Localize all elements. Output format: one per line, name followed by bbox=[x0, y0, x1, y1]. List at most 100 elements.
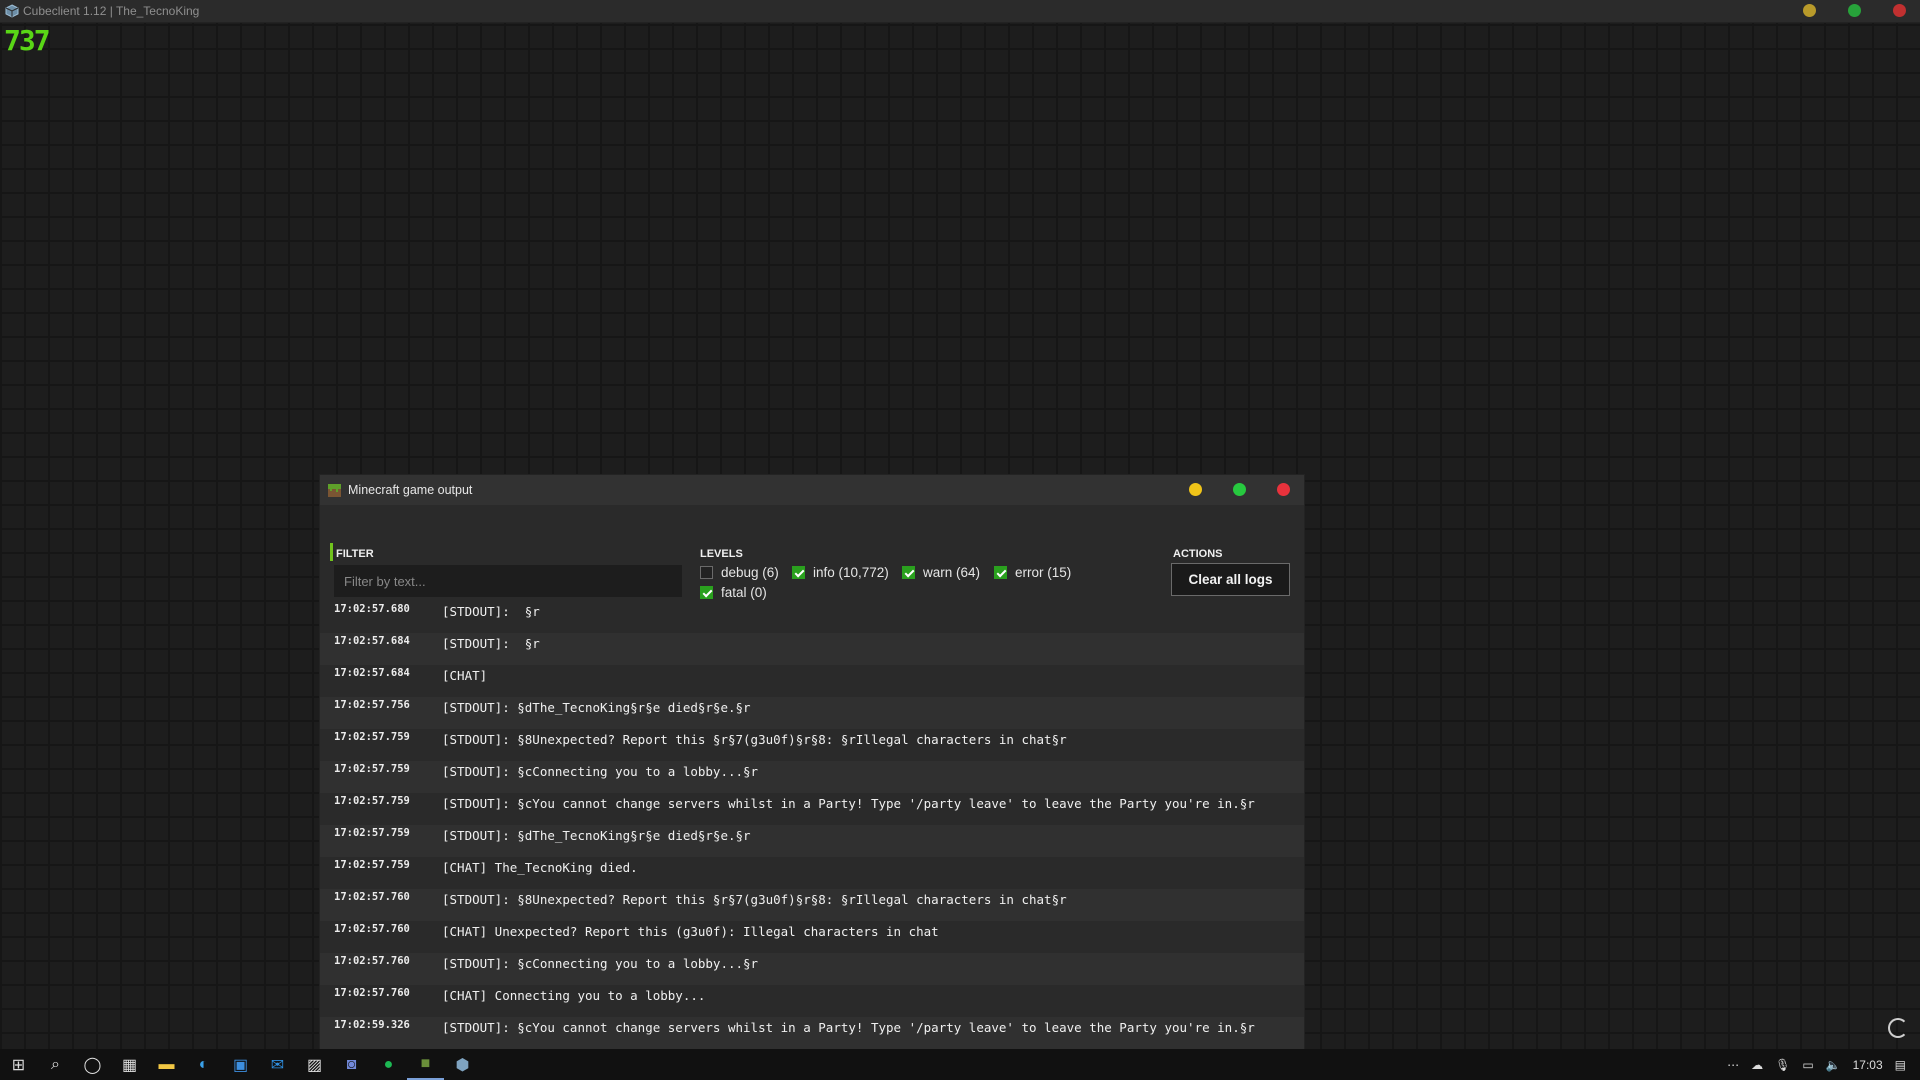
log-row[interactable]: 17:02:57.759 [STDOUT]: §cConnecting you t… bbox=[320, 761, 1304, 793]
edge-icon[interactable]: ◐ bbox=[185, 1049, 222, 1080]
search-icon[interactable]: ⌕ bbox=[37, 1049, 74, 1080]
photos-icon[interactable]: ▨ bbox=[296, 1049, 333, 1080]
log-message: [STDOUT]: §dThe_TecnoKing§r§e died§r§e.§… bbox=[442, 828, 751, 843]
log-timestamp: 17:02:57.760 bbox=[334, 987, 410, 999]
level-label: error (15) bbox=[1015, 565, 1072, 580]
more-icon[interactable]: ⋯ bbox=[1727, 1058, 1739, 1072]
level-info[interactable]: info (10,772) bbox=[792, 565, 889, 580]
minecraft-icon[interactable]: ■ bbox=[407, 1049, 444, 1080]
log-row[interactable]: 17:02:57.760 [CHAT] Connecting you to a l… bbox=[320, 985, 1304, 1017]
maximize-button[interactable] bbox=[1848, 4, 1861, 17]
fps-counter: 737 bbox=[4, 24, 51, 57]
log-row[interactable]: 17:02:57.684 [CHAT] bbox=[320, 665, 1304, 697]
microphone-icon[interactable]: 🎙 bbox=[1775, 1058, 1790, 1072]
log-message: [CHAT] Unexpected? Report this (g3u0f): … bbox=[442, 924, 939, 939]
level-error[interactable]: error (15) bbox=[994, 565, 1071, 580]
log-timestamp: 17:02:57.684 bbox=[334, 635, 410, 647]
level-label: fatal (0) bbox=[721, 585, 767, 600]
log-timestamp: 17:02:57.759 bbox=[334, 827, 410, 839]
level-checkbox[interactable] bbox=[902, 566, 915, 579]
volume-icon[interactable]: 🔈 bbox=[1826, 1058, 1841, 1072]
log-message: [STDOUT]: §cYou cannot change servers wh… bbox=[442, 796, 1255, 811]
notifications-icon[interactable]: ▤ bbox=[1895, 1058, 1906, 1072]
level-checkbox[interactable] bbox=[994, 566, 1007, 579]
levels-label: LEVELS bbox=[700, 548, 743, 560]
log-row[interactable]: 17:02:57.680 [STDOUT]: §r bbox=[320, 601, 1304, 633]
store-icon[interactable]: ▣ bbox=[222, 1049, 259, 1080]
log-timestamp: 17:02:57.680 bbox=[334, 603, 410, 615]
level-checkbox[interactable] bbox=[792, 566, 805, 579]
file-explorer-icon[interactable]: ▬ bbox=[148, 1049, 185, 1080]
log-timestamp: 17:02:57.759 bbox=[334, 763, 410, 775]
clock[interactable]: 17:03 bbox=[1853, 1058, 1883, 1072]
log-row[interactable]: 17:02:57.759 [STDOUT]: §8Unexpected? Repo… bbox=[320, 729, 1304, 761]
log-row[interactable]: 17:02:57.760 [STDOUT]: §8Unexpected? Repo… bbox=[320, 889, 1304, 921]
filter-accent bbox=[330, 543, 333, 561]
windows-taskbar: ⊞ ⌕ ◯ ▦ ▬ ◐ ▣ ✉ ▨ ◙ ● ■ ⬢ ⋯ ☁ 🎙 ▭ 🔈 17:03 ▤ bbox=[0, 1049, 1920, 1080]
log-timestamp: 17:02:57.759 bbox=[334, 731, 410, 743]
level-label: warn (64) bbox=[923, 565, 981, 580]
log-message: [STDOUT]: §8Unexpected? Report this §r§7… bbox=[442, 892, 1067, 907]
log-minimize-button[interactable] bbox=[1189, 483, 1202, 496]
log-close-button[interactable] bbox=[1277, 483, 1290, 496]
game-output-window: Minecraft game output FILTER LEVELS debu… bbox=[320, 475, 1304, 1050]
mail-icon[interactable]: ✉ bbox=[259, 1049, 296, 1080]
log-message: [CHAT] Connecting you to a lobby... bbox=[442, 988, 706, 1003]
network-icon[interactable]: ▭ bbox=[1802, 1058, 1813, 1072]
log-message: [STDOUT]: §dThe_TecnoKing§r§e died§r§e.§… bbox=[442, 700, 751, 715]
level-label: info (10,772) bbox=[813, 565, 889, 580]
log-message: [STDOUT]: §cConnecting you to a lobby...… bbox=[442, 956, 759, 971]
level-checkbox[interactable] bbox=[700, 586, 713, 599]
cubeclient-icon bbox=[5, 4, 19, 18]
start-icon[interactable]: ⊞ bbox=[0, 1049, 37, 1080]
log-list[interactable]: 17:02:57.680 [STDOUT]: §r 17:02:57.684 [STD… bbox=[320, 601, 1304, 1050]
log-row[interactable]: 17:02:59.326 [STDOUT]: §cYou cannot chang… bbox=[320, 1017, 1304, 1049]
log-timestamp: 17:02:57.684 bbox=[334, 667, 410, 679]
log-message: [STDOUT]: §r bbox=[442, 636, 540, 651]
task-view-icon[interactable]: ▦ bbox=[111, 1049, 148, 1080]
log-row[interactable]: 17:02:57.756 [STDOUT]: §dThe_TecnoKing§r§… bbox=[320, 697, 1304, 729]
log-row[interactable]: 17:02:57.684 [STDOUT]: §r bbox=[320, 633, 1304, 665]
log-timestamp: 17:02:57.759 bbox=[334, 859, 410, 871]
filter-label: FILTER bbox=[336, 548, 374, 560]
close-button[interactable] bbox=[1893, 4, 1906, 17]
log-timestamp: 17:02:57.760 bbox=[334, 923, 410, 935]
level-label: debug (6) bbox=[721, 565, 779, 580]
log-row[interactable]: 17:02:57.759 [CHAT] The_TecnoKing died. bbox=[320, 857, 1304, 889]
loading-icon bbox=[1888, 1018, 1908, 1038]
log-maximize-button[interactable] bbox=[1233, 483, 1246, 496]
log-message: [CHAT] bbox=[442, 668, 488, 683]
actions-label: ACTIONS bbox=[1173, 548, 1223, 560]
minecraft-grass-icon bbox=[328, 483, 341, 497]
log-timestamp: 17:02:57.760 bbox=[334, 891, 410, 903]
app-title: Cubeclient 1.12 | The_TecnoKing bbox=[23, 4, 200, 18]
system-tray: ⋯ ☁ 🎙 ▭ 🔈 17:03 ▤ bbox=[1727, 1049, 1920, 1080]
log-timestamp: 17:02:57.756 bbox=[334, 699, 410, 711]
log-timestamp: 17:02:57.759 bbox=[334, 795, 410, 807]
log-row[interactable]: 17:02:57.760 [STDOUT]: §cConnecting you t… bbox=[320, 953, 1304, 985]
spotify-icon[interactable]: ● bbox=[370, 1049, 407, 1080]
log-row[interactable]: 17:02:57.759 [STDOUT]: §cYou cannot chang… bbox=[320, 793, 1304, 825]
log-row[interactable]: 17:02:57.760 [CHAT] Unexpected? Report th… bbox=[320, 921, 1304, 953]
onedrive-icon[interactable]: ☁ bbox=[1751, 1058, 1763, 1072]
level-warn[interactable]: warn (64) bbox=[902, 565, 980, 580]
discord-icon[interactable]: ◙ bbox=[333, 1049, 370, 1080]
log-message: [STDOUT]: §8Unexpected? Report this §r§7… bbox=[442, 732, 1067, 747]
app-titlebar: Cubeclient 1.12 | The_TecnoKing bbox=[0, 0, 1920, 23]
filter-input[interactable] bbox=[334, 565, 682, 597]
log-timestamp: 17:02:59.326 bbox=[334, 1019, 410, 1031]
level-debug[interactable]: debug (6) bbox=[700, 565, 779, 580]
log-message: [STDOUT]: §r bbox=[442, 604, 540, 619]
log-message: [STDOUT]: §cYou cannot change servers wh… bbox=[442, 1020, 1255, 1035]
cortana-icon[interactable]: ◯ bbox=[74, 1049, 111, 1080]
clear-all-logs-button[interactable]: Clear all logs bbox=[1171, 563, 1290, 596]
log-window-title: Minecraft game output bbox=[348, 483, 473, 497]
log-timestamp: 17:02:57.760 bbox=[334, 955, 410, 967]
level-checkbox[interactable] bbox=[700, 566, 713, 579]
log-window-header[interactable]: Minecraft game output bbox=[320, 475, 1304, 505]
level-fatal[interactable]: fatal (0) bbox=[700, 585, 767, 600]
log-toolbar: FILTER LEVELS debug (6) info (10,772) warn… bbox=[320, 505, 1304, 601]
minimize-button[interactable] bbox=[1803, 4, 1816, 17]
cubeclient-icon[interactable]: ⬢ bbox=[444, 1049, 481, 1080]
log-row[interactable]: 17:02:57.759 [STDOUT]: §dThe_TecnoKing§r§… bbox=[320, 825, 1304, 857]
